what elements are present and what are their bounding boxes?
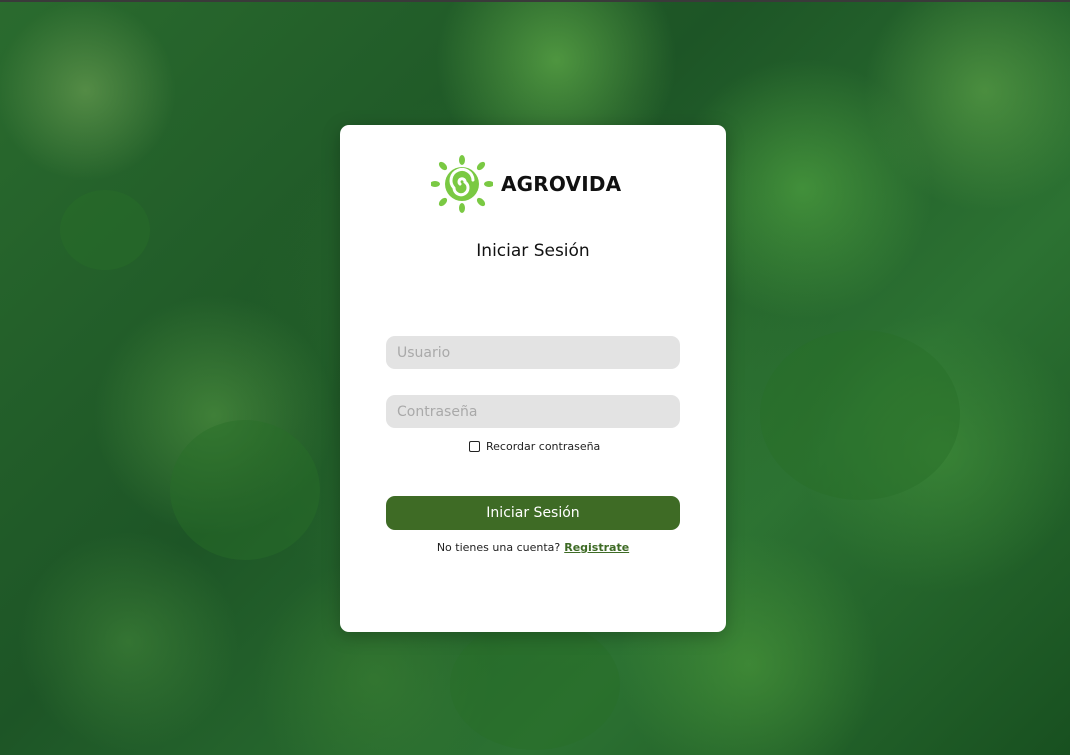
- window-top-edge: [0, 0, 1070, 2]
- brand-logo: AGROVIDA: [431, 155, 631, 213]
- username-input[interactable]: [386, 336, 680, 369]
- remember-password-option[interactable]: Recordar contraseña: [469, 440, 600, 453]
- signup-prompt-text: No tienes una cuenta?: [436, 541, 561, 554]
- page-title: Iniciar Sesión: [476, 241, 590, 261]
- password-input[interactable]: [386, 395, 680, 428]
- spiral-sun-icon: [431, 155, 493, 213]
- signup-prompt: No tienes una cuenta? Registrate: [340, 541, 726, 554]
- remember-checkbox[interactable]: [469, 441, 480, 452]
- remember-label: Recordar contraseña: [486, 440, 601, 453]
- signup-link[interactable]: Registrate: [564, 541, 629, 554]
- login-button[interactable]: Iniciar Sesión: [386, 496, 680, 530]
- login-card: AGROVIDA Iniciar Sesión Recordar contras…: [340, 125, 726, 632]
- brand-name: AGROVIDA: [501, 172, 622, 196]
